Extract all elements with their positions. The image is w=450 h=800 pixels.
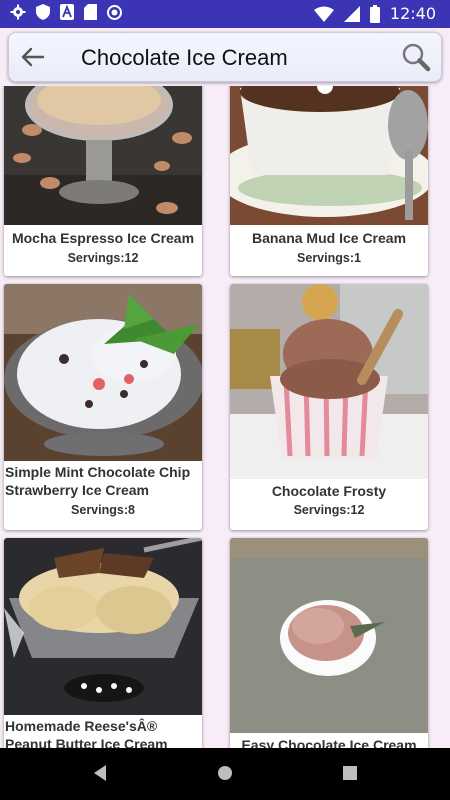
status-bar: 12:40 xyxy=(0,0,450,28)
navigation-bar xyxy=(0,748,450,800)
recipe-image xyxy=(230,538,428,733)
back-button[interactable] xyxy=(19,43,47,71)
back-arrow-icon xyxy=(21,47,45,67)
search-button[interactable] xyxy=(401,42,431,72)
recipe-image xyxy=(4,538,202,715)
battery-icon xyxy=(369,4,380,23)
recipe-title: Chocolate Frosty xyxy=(271,483,387,499)
nav-home-icon[interactable] xyxy=(216,764,234,782)
sync-icon xyxy=(107,4,122,20)
magnifier-icon xyxy=(402,43,431,72)
recipe-servings: Servings:12 xyxy=(67,251,139,265)
recipe-title: Homemade Reese'sÂ® Peanut Butter Ice Cre… xyxy=(5,718,168,748)
recipe-card[interactable]: Simple Mint Chocolate Chip Strawberry Ic… xyxy=(4,284,202,530)
recipe-image xyxy=(4,284,202,461)
recipe-image xyxy=(230,86,428,225)
recipe-title: Mocha Espresso Ice Cream xyxy=(11,230,195,246)
recipe-card[interactable]: Homemade Reese'sÂ® Peanut Butter Ice Cre… xyxy=(4,538,202,748)
recipe-card[interactable]: Banana Mud Ice Cream Servings:1 xyxy=(230,86,428,276)
recipe-image xyxy=(230,284,428,479)
recipe-card[interactable]: Mocha Espresso Ice Cream Servings:12 xyxy=(4,86,202,276)
recipe-card[interactable]: Chocolate Frosty Servings:12 xyxy=(230,284,428,530)
recipe-servings: Servings:8 xyxy=(71,503,135,517)
wifi-icon xyxy=(313,6,334,22)
recipe-title: Simple Mint Chocolate Chip Strawberry Ic… xyxy=(5,464,191,498)
recipe-card[interactable]: Easy Chocolate Ice Cream xyxy=(230,538,428,748)
recipe-servings: Servings:1 xyxy=(297,251,361,265)
shield-icon xyxy=(36,4,50,20)
settings-icon xyxy=(10,4,26,20)
search-query[interactable]: Chocolate Ice Cream xyxy=(81,45,288,71)
recipe-image xyxy=(4,86,202,225)
recipe-grid[interactable]: Mocha Espresso Ice Cream Servings:12 Ban… xyxy=(0,86,450,748)
nav-recents-icon[interactable] xyxy=(342,764,358,782)
status-time: 12:40 xyxy=(389,4,436,23)
cell-signal-icon xyxy=(343,5,360,22)
font-icon xyxy=(60,4,74,20)
search-bar[interactable]: Chocolate Ice Cream xyxy=(8,32,442,82)
recipe-title: Banana Mud Ice Cream xyxy=(251,230,407,246)
nav-back-icon[interactable] xyxy=(92,764,108,782)
recipe-title: Easy Chocolate Ice Cream xyxy=(241,737,417,748)
recipe-servings: Servings:12 xyxy=(293,503,365,517)
sd-card-icon xyxy=(84,4,97,20)
